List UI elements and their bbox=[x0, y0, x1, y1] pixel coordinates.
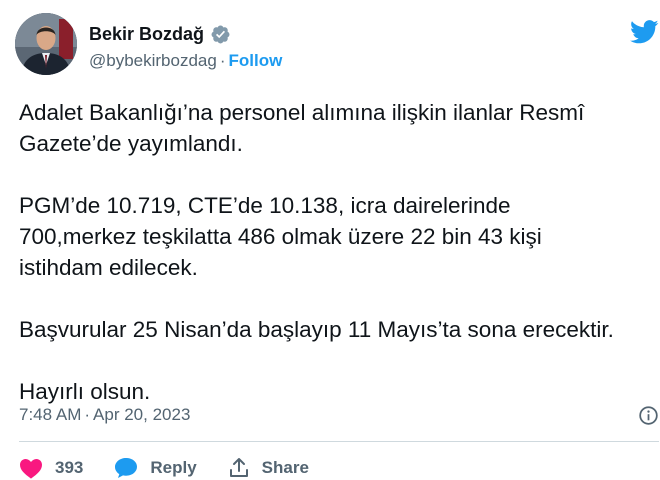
reply-button[interactable]: Reply bbox=[114, 457, 197, 479]
verified-badge-icon bbox=[211, 25, 230, 43]
share-icon bbox=[229, 458, 248, 477]
tweet-line: PGM’de 10.719, CTE’de 10.138, icra daire… bbox=[19, 193, 511, 218]
tweet-text: Adalet Bakanlığı’na personel alımına ili… bbox=[19, 97, 659, 407]
tweet-actions: 393 Reply Share bbox=[19, 456, 340, 480]
author-handle[interactable]: @bybekirbozdag bbox=[89, 51, 217, 70]
reply-label: Reply bbox=[150, 458, 197, 477]
reply-bubble-icon bbox=[115, 458, 138, 478]
like-count: 393 bbox=[55, 458, 84, 477]
share-button[interactable]: Share bbox=[228, 457, 309, 479]
handle-separator: · bbox=[219, 51, 226, 70]
tweet-line: istihdam edilecek. bbox=[19, 255, 198, 280]
tweet-line: Adalet Bakanlığı’na personel alımına ili… bbox=[19, 100, 585, 125]
tweet-time[interactable]: 7:48 AM bbox=[19, 405, 81, 424]
share-label: Share bbox=[261, 458, 309, 477]
tweet-timestamp[interactable]: 7:48 AM · Apr 20, 2023 bbox=[19, 405, 190, 425]
tweet-line: 700,merkez teşkilatta 486 olmak üzere 22… bbox=[19, 224, 542, 249]
info-icon[interactable] bbox=[638, 405, 659, 426]
tweet-date[interactable]: Apr 20, 2023 bbox=[93, 405, 190, 424]
twitter-bird-icon[interactable] bbox=[630, 20, 659, 44]
avatar[interactable] bbox=[15, 13, 77, 75]
tweet-line: Hayırlı olsun. bbox=[19, 379, 151, 404]
follow-button[interactable]: Follow bbox=[229, 51, 283, 70]
author-name[interactable]: Bekir Bozdağ bbox=[89, 24, 204, 45]
tweet-embed-card: Bekir Bozdağ @bybekirbozdag · Follow Adale… bbox=[0, 0, 660, 480]
tweet-line: Gazete’de yayımlandı. bbox=[19, 131, 243, 156]
divider bbox=[19, 441, 659, 442]
heart-icon bbox=[20, 459, 42, 479]
tweet-line: Başvurular 25 Nisan’da başlayıp 11 Mayıs… bbox=[19, 317, 614, 342]
like-button[interactable]: 393 bbox=[19, 457, 83, 479]
timestamp-separator: · bbox=[84, 405, 91, 424]
